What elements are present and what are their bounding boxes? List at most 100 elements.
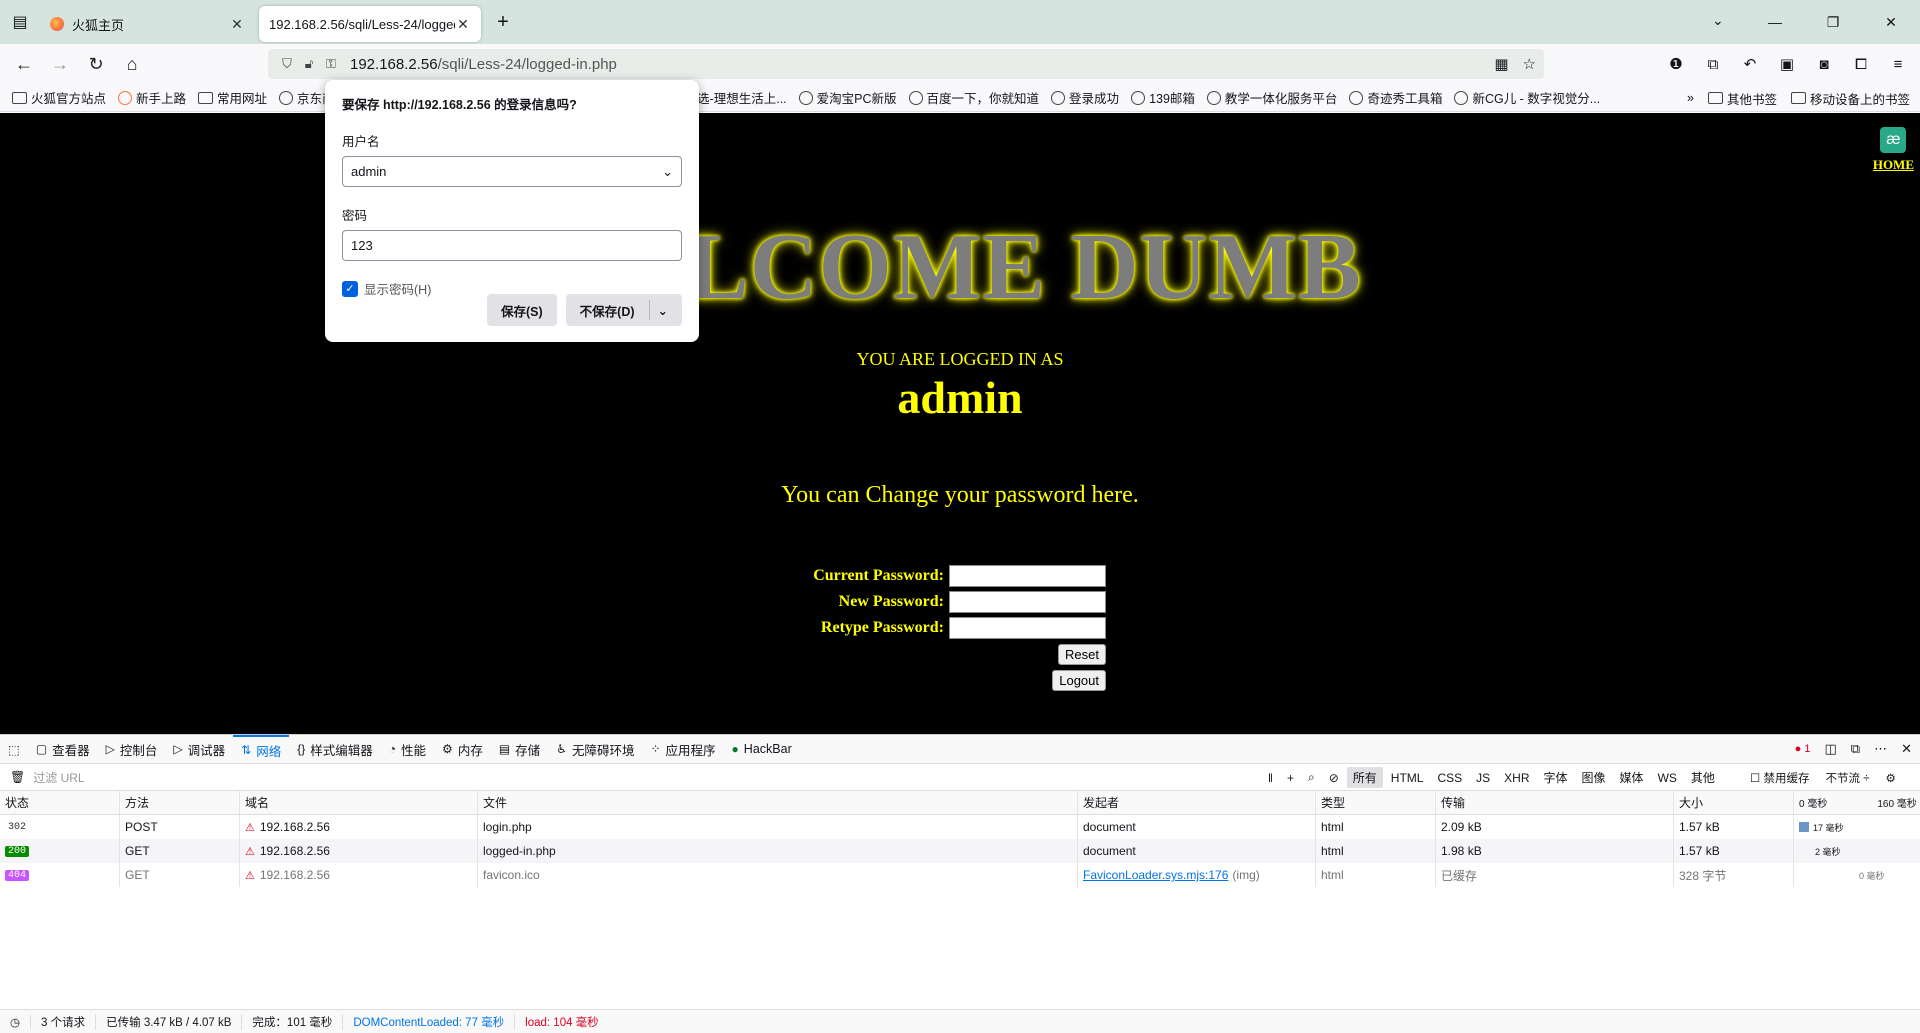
column-waterfall[interactable]: 0 毫秒 160 毫秒 — [1794, 791, 1920, 815]
reset-button[interactable]: Reset — [1058, 643, 1106, 665]
filter-ws[interactable]: WS — [1652, 769, 1683, 787]
home-icon[interactable]: ⌂ — [114, 48, 150, 80]
minimize-icon[interactable]: — — [1746, 0, 1804, 44]
tab-firefox-home[interactable]: 火狐主页 ✕ — [40, 6, 255, 42]
more-options-icon[interactable]: ⋯ — [1874, 741, 1887, 757]
bookmark-item[interactable]: 教学一体化服务平台 — [1206, 88, 1337, 107]
column-file[interactable]: 文件 — [478, 790, 1078, 815]
filter-fonts[interactable]: 字体 — [1538, 767, 1574, 788]
url-bar[interactable]: ⛉ 🔓︎ ⚿ 192.168.2.56/sqli/Less-24/logged-… — [268, 49, 1544, 79]
insecure-lock-icon[interactable]: 🔓︎ — [298, 56, 320, 72]
tab-console[interactable]: ▷ 控制台 — [98, 735, 166, 764]
close-window-icon[interactable]: ✕ — [1862, 0, 1920, 44]
home-link[interactable]: æ HOME — [1873, 127, 1914, 173]
chevron-down-icon[interactable]: ⌄ — [662, 164, 673, 180]
dont-save-button[interactable]: 不保存(D) ⌄ — [565, 294, 682, 326]
bookmark-item[interactable]: 奇迹秀工具箱 — [1349, 88, 1442, 107]
forward-icon[interactable]: → — [42, 48, 78, 80]
tab-accessibility[interactable]: ♿︎ 无障碍环境 — [548, 735, 642, 764]
column-method[interactable]: 方法 — [120, 790, 240, 815]
column-size[interactable]: 大小 — [1674, 790, 1794, 815]
bookmark-star-icon[interactable]: ☆ — [1523, 55, 1536, 73]
bookmark-item[interactable]: 百度一下，你就知道 — [908, 88, 1039, 107]
chevron-down-icon[interactable]: ⌄ — [1712, 12, 1724, 29]
bookmark-item[interactable]: 登录成功 — [1051, 88, 1119, 107]
table-row[interactable]: 302 POST ⚠ 192.168.2.56 login.php documen… — [0, 815, 1920, 839]
add-icon[interactable]: + — [1281, 769, 1300, 787]
element-picker-icon[interactable]: ⬚ — [0, 735, 28, 764]
bookmark-item[interactable]: 139邮箱 — [1131, 88, 1195, 107]
username-field[interactable]: admin ⌄ — [342, 156, 682, 187]
tab-performance[interactable]: ◔ 性能 — [381, 735, 434, 764]
column-type[interactable]: 类型 — [1316, 790, 1436, 815]
block-icon[interactable]: ⊘ — [1323, 769, 1345, 787]
tab-memory[interactable]: ⚙ 内存 — [434, 735, 491, 764]
bookmark-item[interactable]: 移动设备上的书签 — [1790, 89, 1910, 108]
tab-inspector[interactable]: ▢ 查看器 — [28, 735, 98, 764]
error-count-badge[interactable]: ● 1 — [1795, 743, 1811, 755]
avatar-icon[interactable]: ▣ — [1775, 52, 1799, 76]
disable-cache-checkbox[interactable]: ☐ 禁用缓存 — [1750, 770, 1810, 786]
close-tab-icon[interactable]: ✕ — [455, 16, 471, 33]
key-icon[interactable]: ⚿ — [320, 56, 342, 72]
bookmark-item[interactable]: 火狐官方站点 — [12, 88, 106, 107]
filter-xhr[interactable]: XHR — [1498, 769, 1535, 787]
filter-media[interactable]: 媒体 — [1614, 767, 1650, 788]
initiator-link[interactable]: FaviconLoader.sys.mjs:176 — [1083, 868, 1228, 882]
column-status[interactable]: 状态 — [0, 790, 120, 815]
table-row[interactable]: 200 GET ⚠ 192.168.2.56 logged-in.php docu… — [0, 839, 1920, 863]
tab-application[interactable]: ⁘ 应用程序 — [642, 735, 723, 764]
tab-list-icon[interactable]: ▤ — [0, 0, 40, 44]
filter-all[interactable]: 所有 — [1346, 767, 1383, 788]
search-icon[interactable]: ⌕ — [1302, 768, 1321, 787]
close-tab-icon[interactable]: ✕ — [229, 16, 245, 33]
qr-code-icon[interactable]: ▦ — [1494, 55, 1508, 73]
bookmark-item[interactable]: 新CG儿 - 数字视觉分... — [1454, 88, 1600, 107]
tab-logged-in[interactable]: 192.168.2.56/sqli/Less-24/logged-in.php … — [259, 6, 481, 42]
retype-password-input[interactable] — [949, 617, 1106, 639]
tab-debugger[interactable]: ▷ 调试器 — [165, 735, 233, 764]
filter-url-input[interactable]: 过滤 URL — [33, 769, 84, 786]
container-icon[interactable]: ◙ — [1812, 52, 1836, 76]
logout-button[interactable]: Logout — [1052, 669, 1106, 691]
back-icon[interactable]: ← — [6, 48, 42, 80]
restore-icon[interactable]: ❐ — [1804, 0, 1862, 44]
extensions-icon[interactable]: ⧠ — [1849, 52, 1873, 76]
bookmark-item[interactable]: 新手上路 — [118, 88, 186, 107]
bookmark-item[interactable]: 常用网址 — [198, 88, 267, 107]
filter-other[interactable]: 其他 — [1685, 767, 1721, 788]
filter-css[interactable]: CSS — [1431, 769, 1468, 787]
split-icon[interactable]: ⧉ — [1851, 741, 1860, 757]
table-row[interactable]: 404 GET ⚠ 192.168.2.56 favicon.ico Favico… — [0, 863, 1920, 887]
extension-badge-icon[interactable]: ❶ — [1664, 52, 1688, 76]
password-field[interactable]: 123 — [342, 230, 682, 261]
column-domain[interactable]: 域名 — [240, 790, 478, 815]
shield-icon[interactable]: ⛉ — [276, 56, 298, 72]
menu-icon[interactable]: ≡ — [1886, 52, 1910, 76]
reload-icon[interactable]: ↻ — [78, 48, 114, 80]
timer-icon[interactable]: ◷ — [10, 1014, 32, 1029]
new-password-input[interactable] — [949, 591, 1106, 613]
bookmark-item[interactable]: 爱淘宝PC新版 — [798, 88, 897, 107]
current-password-input[interactable] — [949, 565, 1106, 587]
dock-icon[interactable]: ◫ — [1825, 741, 1837, 757]
bookmark-item[interactable]: 筛选-理想生活上... — [685, 88, 787, 107]
save-button[interactable]: 保存(S) — [486, 294, 557, 326]
tab-network[interactable]: ⇅ 网络 — [233, 734, 290, 764]
bookmark-item[interactable]: 其他书签 — [1707, 89, 1777, 108]
pause-icon[interactable]: ‖ — [1262, 769, 1279, 787]
undo-icon[interactable]: ↶ — [1738, 52, 1762, 76]
filter-images[interactable]: 图像 — [1576, 767, 1612, 788]
close-devtools-icon[interactable]: ✕ — [1901, 741, 1912, 757]
settings-icon[interactable]: ⚙ — [1886, 771, 1896, 785]
more-bookmarks-icon[interactable]: » — [1687, 91, 1694, 105]
crop-icon[interactable]: ⧉ — [1701, 52, 1725, 76]
trash-icon[interactable]: 🗑︎ — [10, 770, 25, 784]
filter-js[interactable]: JS — [1470, 769, 1496, 787]
column-transferred[interactable]: 传输 — [1436, 790, 1674, 815]
filter-html[interactable]: HTML — [1385, 769, 1430, 787]
new-tab-icon[interactable]: + — [487, 11, 519, 34]
tab-hackbar[interactable]: ● HackBar — [724, 735, 800, 764]
tab-style-editor[interactable]: {} 样式编辑器 — [289, 735, 381, 764]
chevron-down-icon[interactable]: ⌄ — [658, 303, 668, 318]
